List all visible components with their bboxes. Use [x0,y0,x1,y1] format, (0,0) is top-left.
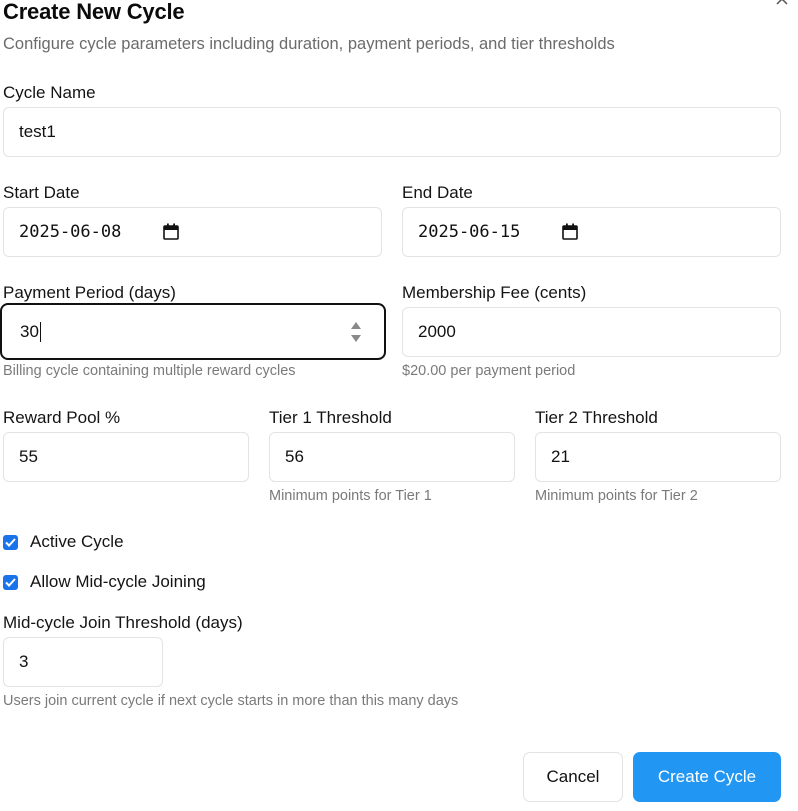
allow-mid-cycle-label[interactable]: Allow Mid-cycle Joining [30,572,206,592]
end-date-value: 2025-06-15 [418,222,521,242]
tier2-threshold-value: 21 [551,447,570,466]
allow-mid-cycle-checkbox[interactable] [3,574,18,590]
mid-cycle-threshold-label: Mid-cycle Join Threshold (days) [3,613,243,632]
active-cycle-checkbox[interactable] [3,534,18,550]
membership-fee-help: $20.00 per payment period [402,363,576,379]
mid-cycle-threshold-help: Users join current cycle if next cycle s… [3,693,459,709]
checkmark-icon [5,577,16,587]
create-cycle-button[interactable]: Create Cycle [633,752,781,802]
tier1-threshold-help: Minimum points for Tier 1 [269,488,432,504]
text-caret [39,321,41,342]
payment-period-value: 30 [20,321,39,341]
dialog-subtitle: Configure cycle parameters including dur… [3,35,615,53]
start-date-input[interactable]: 2025-06-08 [3,207,382,257]
spinner-arrows-icon[interactable] [350,321,362,348]
calendar-icon[interactable] [163,223,179,245]
tier1-threshold-label: Tier 1 Threshold [269,408,392,427]
payment-period-input[interactable]: 30 [0,303,386,360]
payment-period-label: Payment Period (days) [3,283,176,302]
reward-pool-label: Reward Pool % [3,408,121,427]
membership-fee-input[interactable]: 2000 [402,307,781,357]
tier2-threshold-help: Minimum points for Tier 2 [535,488,698,504]
payment-period-help: Billing cycle containing multiple reward… [3,363,296,379]
cycle-name-input[interactable]: test1 [3,107,781,157]
calendar-icon[interactable] [562,223,578,245]
tier2-threshold-input[interactable]: 21 [535,432,781,482]
cancel-button[interactable]: Cancel [523,752,623,802]
cycle-name-value: test1 [19,122,56,141]
mid-cycle-threshold-value: 3 [19,652,29,671]
start-date-value: 2025-06-08 [19,222,122,242]
membership-fee-label: Membership Fee (cents) [402,283,587,302]
close-icon[interactable] [775,0,789,11]
end-date-input[interactable]: 2025-06-15 [402,207,781,257]
membership-fee-value: 2000 [418,322,456,341]
mid-cycle-threshold-input[interactable]: 3 [3,637,163,687]
tier1-threshold-input[interactable]: 56 [269,432,515,482]
reward-pool-input[interactable]: 55 [3,432,249,482]
dialog-title: Create New Cycle [3,0,185,24]
allow-mid-cycle-row[interactable]: Allow Mid-cycle Joining [3,572,206,592]
active-cycle-label[interactable]: Active Cycle [30,532,124,552]
cycle-name-label: Cycle Name [3,83,96,102]
tier1-threshold-value: 56 [285,447,304,466]
active-cycle-row[interactable]: Active Cycle [3,532,124,552]
checkmark-icon [5,537,16,547]
start-date-label: Start Date [3,183,80,202]
end-date-label: End Date [402,183,473,202]
tier2-threshold-label: Tier 2 Threshold [535,408,658,427]
reward-pool-value: 55 [19,447,38,466]
